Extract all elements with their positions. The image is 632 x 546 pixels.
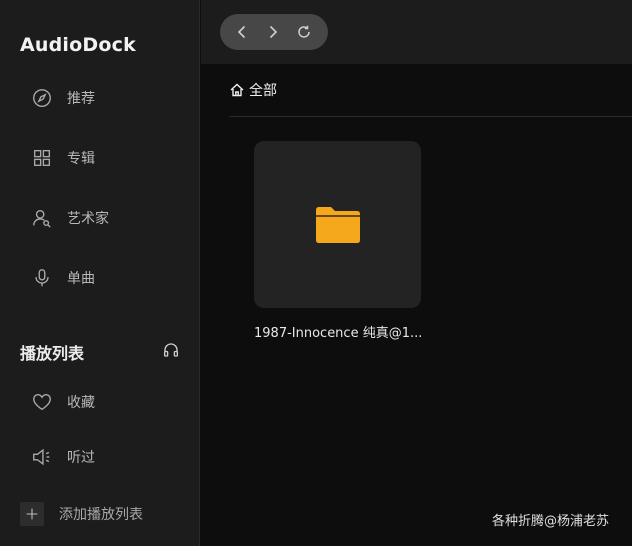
microphone-icon: [30, 266, 54, 290]
playlist-section-title: 播放列表: [20, 344, 85, 363]
sidebar-item-label: 听过: [67, 450, 95, 466]
breadcrumb-label: 全部: [249, 83, 277, 99]
navigation-controls: [220, 14, 328, 50]
app-window: AudioDock 推荐 专辑 艺术家 单曲 播放列表 收藏 听过 添加播放列表…: [0, 0, 632, 546]
sidebar-item-label: 推荐: [67, 91, 95, 107]
artist-icon: [30, 206, 54, 230]
sidebar-item-recommend[interactable]: 推荐: [30, 86, 190, 110]
watermark: 各种折腾@杨浦老苏: [492, 514, 610, 529]
add-playlist-button[interactable]: 添加播放列表: [20, 502, 190, 526]
divider: [229, 116, 632, 117]
sidebar-item-label: 专辑: [67, 151, 95, 167]
app-title: AudioDock: [20, 34, 136, 56]
forward-button[interactable]: [265, 24, 281, 40]
sidebar-item-label: 单曲: [67, 271, 95, 287]
folder-name[interactable]: 1987-Innocence 纯真@1...: [254, 322, 429, 341]
sidebar-item-favorites[interactable]: 收藏: [30, 390, 190, 414]
refresh-button[interactable]: [296, 24, 312, 40]
home-icon: [230, 83, 244, 97]
sidebar-item-artists[interactable]: 艺术家: [30, 206, 190, 230]
sidebar-item-tracks[interactable]: 单曲: [30, 266, 190, 290]
compass-icon: [30, 86, 54, 110]
sidebar-item-label: 艺术家: [67, 211, 109, 227]
grid-icon: [30, 146, 54, 170]
chevron-right-icon: [269, 25, 278, 39]
chevron-left-icon: [237, 25, 246, 39]
sidebar-item-albums[interactable]: 专辑: [30, 146, 190, 170]
folder-icon: [315, 206, 360, 243]
plus-icon: [20, 502, 44, 526]
add-playlist-label: 添加播放列表: [59, 507, 143, 523]
speaker-icon: [30, 445, 54, 469]
top-bar: [201, 0, 632, 64]
heart-icon: [30, 390, 54, 414]
sidebar-item-label: 收藏: [67, 395, 95, 411]
sidebar: AudioDock 推荐 专辑 艺术家 单曲 播放列表 收藏 听过 添加播放列表: [0, 0, 200, 546]
refresh-icon: [298, 25, 310, 38]
sidebar-item-history[interactable]: 听过: [30, 445, 190, 469]
breadcrumb[interactable]: 全部: [229, 81, 277, 99]
back-button[interactable]: [234, 24, 250, 40]
headphones-icon[interactable]: [162, 341, 180, 359]
folder-tile[interactable]: [254, 141, 421, 308]
main-content: 全部 1987-Innocence 纯真@1...: [201, 64, 632, 546]
